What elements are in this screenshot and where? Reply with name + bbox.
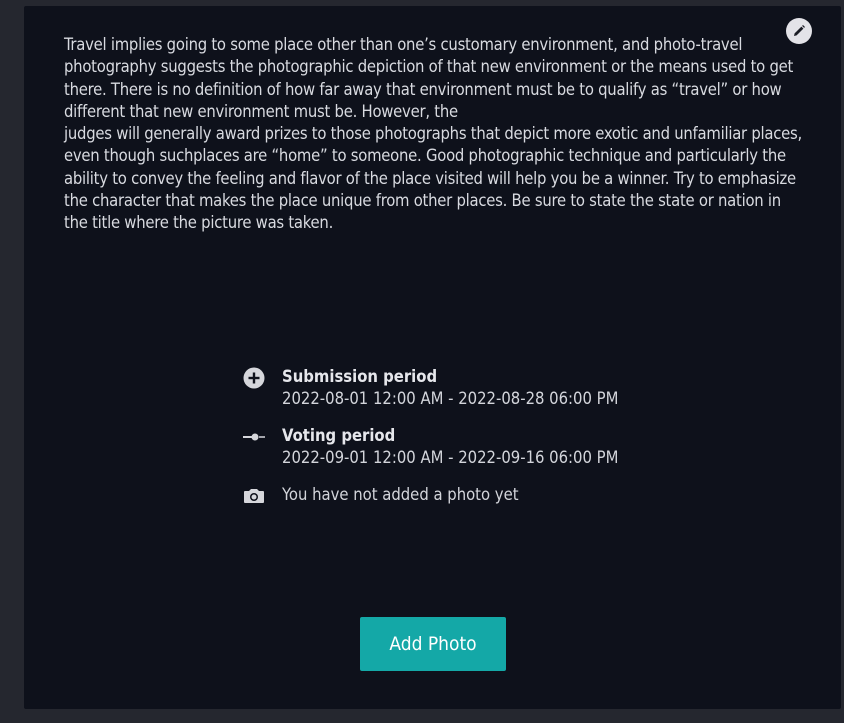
photo-status-text: You have not added a photo yet [282,485,519,504]
submission-period: Submission period 2022-08-01 12:00 AM - … [242,366,662,411]
page-frame: Travel implies going to some place other… [0,0,844,723]
contest-details: Submission period 2022-08-01 12:00 AM - … [242,362,662,506]
voting-arrow-icon [242,426,266,448]
voting-period-heading: Voting period [282,425,396,445]
voting-period: Voting period 2022-09-01 12:00 AM - 2022… [242,425,662,470]
voting-period-value: 2022-09-01 12:00 AM - 2022-09-16 06:00 P… [282,447,619,467]
submission-period-heading: Submission period [282,367,438,386]
description-paragraph: Travel implies going to some place other… [64,35,794,121]
contest-description: Travel implies going to some place other… [64,34,809,235]
plus-circle-icon [242,367,266,389]
camera-icon [242,485,266,507]
description-paragraph: judges will generally award prizes to th… [64,124,802,233]
submission-period-value: 2022-08-01 12:00 AM - 2022-08-28 06:00 P… [282,389,619,408]
photo-status: You have not added a photo yet [242,484,662,506]
contest-card: Travel implies going to some place other… [24,6,841,709]
add-photo-button[interactable]: Add Photo [360,617,506,671]
